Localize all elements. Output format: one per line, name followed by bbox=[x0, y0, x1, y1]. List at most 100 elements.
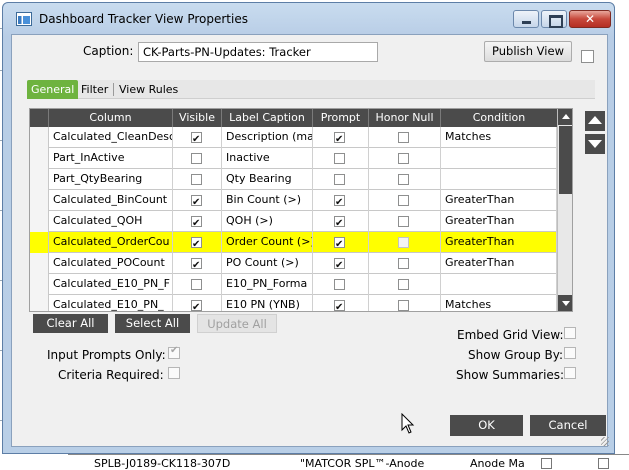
prompt-checkbox[interactable] bbox=[334, 214, 345, 232]
visible-checkbox[interactable] bbox=[191, 130, 202, 148]
close-button[interactable]: ✕ bbox=[569, 10, 611, 28]
cancel-button[interactable]: Cancel bbox=[530, 415, 606, 436]
tab-general[interactable]: General bbox=[27, 80, 79, 99]
visible-cell[interactable] bbox=[173, 190, 222, 211]
prompt-checkbox[interactable] bbox=[334, 298, 345, 311]
honor-null-checkbox[interactable] bbox=[398, 174, 409, 185]
condition-cell[interactable]: Matches bbox=[441, 127, 557, 148]
prompt-checkbox[interactable] bbox=[334, 279, 345, 290]
visible-checkbox[interactable] bbox=[191, 235, 202, 253]
honor-null-checkbox[interactable] bbox=[398, 153, 409, 164]
column-name-cell[interactable]: Part_InActive bbox=[49, 148, 173, 169]
header-label-caption[interactable]: Label Caption bbox=[222, 109, 313, 127]
row-selector[interactable] bbox=[30, 295, 49, 311]
visible-checkbox[interactable] bbox=[191, 256, 202, 274]
visible-cell[interactable] bbox=[173, 253, 222, 274]
move-row-up-icon[interactable] bbox=[585, 111, 605, 131]
honor-null-checkbox[interactable] bbox=[398, 258, 409, 269]
background-table-row[interactable]: SPLB-J0189-CK118-307D "MATCOR SPL™-Anode… bbox=[68, 454, 629, 470]
visible-checkbox[interactable] bbox=[191, 174, 202, 185]
caption-input[interactable] bbox=[138, 42, 378, 62]
visible-checkbox[interactable] bbox=[191, 153, 202, 164]
header-column[interactable]: Column bbox=[49, 109, 173, 127]
tab-filter[interactable]: Filter bbox=[77, 80, 112, 99]
visible-cell[interactable] bbox=[173, 127, 222, 148]
column-name-cell[interactable]: Calculated_E10_PN_ bbox=[49, 295, 173, 311]
table-row[interactable]: Part_InActive Inactive bbox=[30, 148, 557, 169]
honor-null-cell[interactable] bbox=[369, 190, 441, 211]
prompt-cell[interactable] bbox=[313, 232, 369, 253]
row-selector[interactable] bbox=[30, 169, 49, 190]
condition-cell[interactable]: Matches bbox=[441, 295, 557, 311]
honor-null-checkbox[interactable] bbox=[398, 237, 409, 248]
row-selector[interactable] bbox=[30, 127, 49, 148]
table-row[interactable]: Part_QtyBearing Qty Bearing bbox=[30, 169, 557, 190]
honor-null-checkbox[interactable] bbox=[398, 216, 409, 227]
condition-cell[interactable] bbox=[441, 148, 557, 169]
show-summaries-checkbox[interactable] bbox=[564, 367, 576, 379]
header-visible[interactable]: Visible bbox=[173, 109, 222, 127]
table-row[interactable]: Calculated_POCount PO Count (>) GreaterTha… bbox=[30, 253, 557, 274]
visible-cell[interactable] bbox=[173, 148, 222, 169]
prompt-checkbox[interactable] bbox=[334, 193, 345, 211]
table-row[interactable]: Calculated_OrderCou Order Count (>) Greate… bbox=[30, 232, 557, 253]
move-row-down-icon[interactable] bbox=[585, 134, 605, 154]
condition-cell[interactable]: GreaterThan bbox=[441, 232, 557, 253]
row-selector[interactable] bbox=[30, 190, 49, 211]
clear-all-button[interactable]: Clear All bbox=[33, 314, 108, 333]
honor-null-cell[interactable] bbox=[369, 127, 441, 148]
maximize-button[interactable] bbox=[541, 10, 567, 28]
condition-cell[interactable] bbox=[441, 169, 557, 190]
honor-null-cell[interactable] bbox=[369, 253, 441, 274]
condition-cell[interactable] bbox=[441, 274, 557, 295]
label-caption-cell[interactable]: E10_PN_Forma bbox=[222, 274, 313, 295]
honor-null-cell[interactable] bbox=[369, 148, 441, 169]
title-bar[interactable]: Dashboard Tracker View Properties ✕ bbox=[3, 3, 614, 35]
label-caption-cell[interactable]: Inactive bbox=[222, 148, 313, 169]
publish-view-button[interactable]: Publish View bbox=[484, 41, 572, 62]
prompt-cell[interactable] bbox=[313, 148, 369, 169]
honor-null-cell[interactable] bbox=[369, 295, 441, 311]
column-name-cell[interactable]: Calculated_QOH bbox=[49, 211, 173, 232]
header-prompt[interactable]: Prompt bbox=[313, 109, 369, 127]
minimize-button[interactable] bbox=[513, 10, 539, 28]
column-name-cell[interactable]: Calculated_OrderCou bbox=[49, 232, 173, 253]
table-row[interactable]: Calculated_BinCount Bin Count (>) GreaterT… bbox=[30, 190, 557, 211]
header-condition[interactable]: Condition bbox=[441, 109, 557, 127]
prompt-cell[interactable] bbox=[313, 127, 369, 148]
prompt-checkbox[interactable] bbox=[334, 235, 345, 253]
prompt-cell[interactable] bbox=[313, 274, 369, 295]
select-all-button[interactable]: Select All bbox=[115, 314, 190, 333]
label-caption-cell[interactable]: Bin Count (>) bbox=[222, 190, 313, 211]
row-selector[interactable] bbox=[30, 232, 49, 253]
publish-view-checkbox[interactable] bbox=[581, 50, 594, 63]
background-checkbox[interactable] bbox=[598, 458, 609, 469]
scroll-down-arrow-icon[interactable] bbox=[558, 295, 572, 311]
prompt-checkbox[interactable] bbox=[334, 174, 345, 185]
condition-cell[interactable]: GreaterThan bbox=[441, 211, 557, 232]
prompt-cell[interactable] bbox=[313, 295, 369, 311]
table-row[interactable]: Calculated_E10_PN_ E10 PN (YNB) Matches bbox=[30, 295, 557, 311]
honor-null-checkbox[interactable] bbox=[398, 132, 409, 143]
label-caption-cell[interactable]: E10 PN (YNB) bbox=[222, 295, 313, 311]
tab-view-rules[interactable]: View Rules bbox=[115, 80, 182, 99]
update-all-button[interactable]: Update All bbox=[197, 314, 277, 333]
visible-checkbox[interactable] bbox=[191, 214, 202, 232]
visible-cell[interactable] bbox=[173, 274, 222, 295]
row-selector[interactable] bbox=[30, 253, 49, 274]
table-row[interactable]: Calculated_CleanDesc Description (mat Matc… bbox=[30, 127, 557, 148]
input-prompts-only-checkbox[interactable] bbox=[168, 345, 180, 359]
label-caption-cell[interactable]: Qty Bearing bbox=[222, 169, 313, 190]
scroll-up-arrow-icon[interactable] bbox=[558, 109, 572, 125]
column-name-cell[interactable]: Calculated_CleanDesc bbox=[49, 127, 173, 148]
label-caption-cell[interactable]: QOH (>) bbox=[222, 211, 313, 232]
label-caption-cell[interactable]: Description (mat bbox=[222, 127, 313, 148]
column-name-cell[interactable]: Part_QtyBearing bbox=[49, 169, 173, 190]
visible-cell[interactable] bbox=[173, 211, 222, 232]
resize-grip[interactable] bbox=[601, 437, 609, 446]
prompt-checkbox[interactable] bbox=[334, 130, 345, 148]
visible-checkbox[interactable] bbox=[191, 279, 202, 290]
visible-checkbox[interactable] bbox=[191, 298, 202, 311]
honor-null-cell[interactable] bbox=[369, 169, 441, 190]
criteria-required-checkbox[interactable] bbox=[168, 367, 180, 379]
